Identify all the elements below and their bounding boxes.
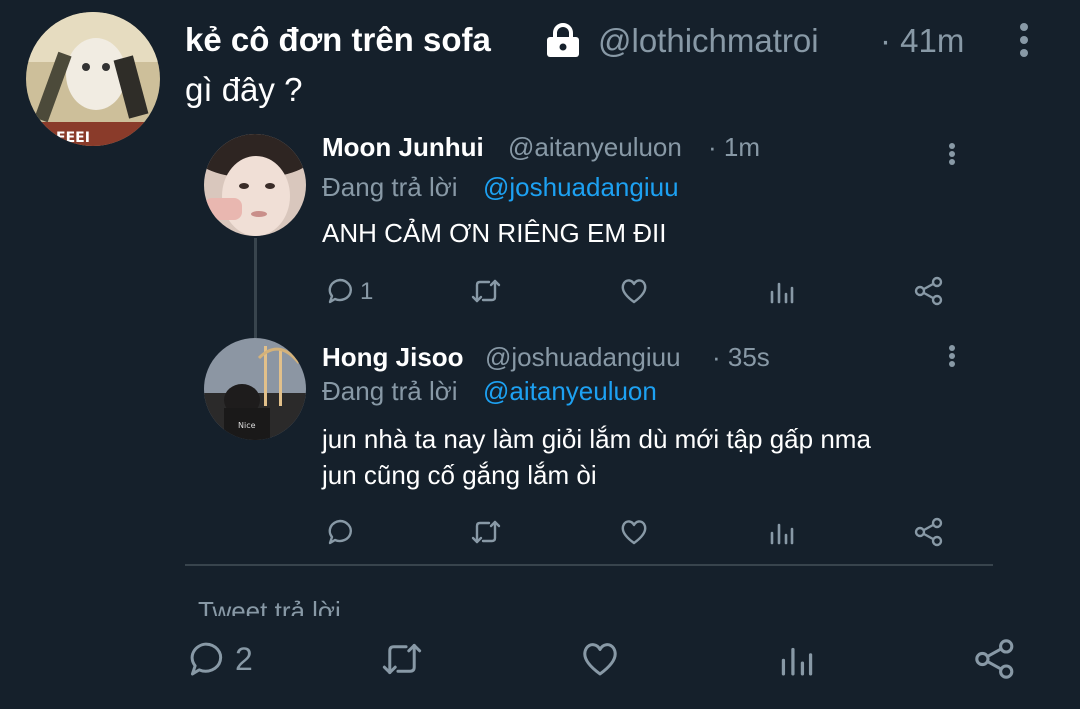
- tweet2-handle[interactable]: @joshuadangiuu: [485, 340, 681, 374]
- tweet1-display-name[interactable]: Moon Junhui: [322, 130, 484, 164]
- lock-icon: [543, 23, 583, 59]
- reply-icon[interactable]: [187, 640, 225, 678]
- tweet1-share-icon[interactable]: [914, 276, 944, 306]
- tweet2-more-icon[interactable]: [946, 345, 958, 367]
- tweet2-like-icon[interactable]: [619, 518, 649, 546]
- main-display-name[interactable]: kẻ cô đơn trên sofa: [185, 19, 491, 61]
- tweet1-avatar[interactable]: [204, 134, 306, 236]
- tweet2-text-line1: jun nhà ta nay làm giỏi lắm dù mới tập g…: [322, 424, 871, 454]
- tweet1-like-icon[interactable]: [619, 277, 649, 305]
- tweet1-time: · 1m: [708, 132, 760, 162]
- thread-line: [254, 238, 257, 338]
- tweet2-reply-icon[interactable]: [326, 518, 354, 546]
- reply-prompt[interactable]: Tweet trả lời: [198, 594, 341, 616]
- svg-text:Nice: Nice: [238, 421, 256, 430]
- divider: [185, 564, 993, 566]
- tweet2-text-line2: jun cũng cố gắng lắm òi: [322, 460, 597, 490]
- retweet-icon[interactable]: [380, 640, 424, 678]
- tweet1-reply-icon[interactable]: [326, 277, 354, 305]
- share-icon[interactable]: [974, 638, 1016, 680]
- tweet2-display-name[interactable]: Hong Jisoo: [322, 340, 464, 374]
- tweet2-time: · 35s: [712, 342, 770, 372]
- tweet1-analytics-icon[interactable]: [768, 278, 796, 304]
- main-tweet-text: gì đây ?: [185, 71, 303, 108]
- main-reply-count: 2: [235, 641, 253, 677]
- tweet2-replying-label: Đang trả lời: [322, 376, 458, 406]
- tweet2-analytics-icon[interactable]: [768, 519, 796, 545]
- main-handle[interactable]: @lothichmatroi: [598, 20, 819, 62]
- like-icon[interactable]: [579, 640, 621, 678]
- tweet1-retweet-icon[interactable]: [470, 277, 502, 305]
- tweet2-retweet-icon[interactable]: [470, 518, 502, 546]
- tweet2-share-icon[interactable]: [914, 517, 944, 547]
- more-vertical-icon[interactable]: [1016, 22, 1032, 58]
- tweet1-replying-label: Đang trả lời: [322, 172, 458, 202]
- tweet1-text: ANH CẢM ƠN RIÊNG EM ĐII: [322, 218, 667, 248]
- tweet2-replying-to[interactable]: @aitanyeuluon: [483, 374, 657, 408]
- tweet1-replying-to[interactable]: @joshuadangiuu: [483, 170, 679, 204]
- main-avatar[interactable]: EEEI: [26, 12, 160, 146]
- tweet1-handle[interactable]: @aitanyeuluon: [508, 130, 682, 164]
- tweet2-avatar[interactable]: Nice: [204, 338, 306, 440]
- main-time: · 41m: [880, 22, 965, 59]
- analytics-icon[interactable]: [778, 641, 816, 677]
- tweet1-reply-count: 1: [360, 278, 374, 305]
- svg-text:EEEI: EEEI: [56, 130, 90, 146]
- reply-prompt-clip[interactable]: Tweet trả lời: [198, 586, 598, 616]
- tweet1-more-icon[interactable]: [946, 143, 958, 165]
